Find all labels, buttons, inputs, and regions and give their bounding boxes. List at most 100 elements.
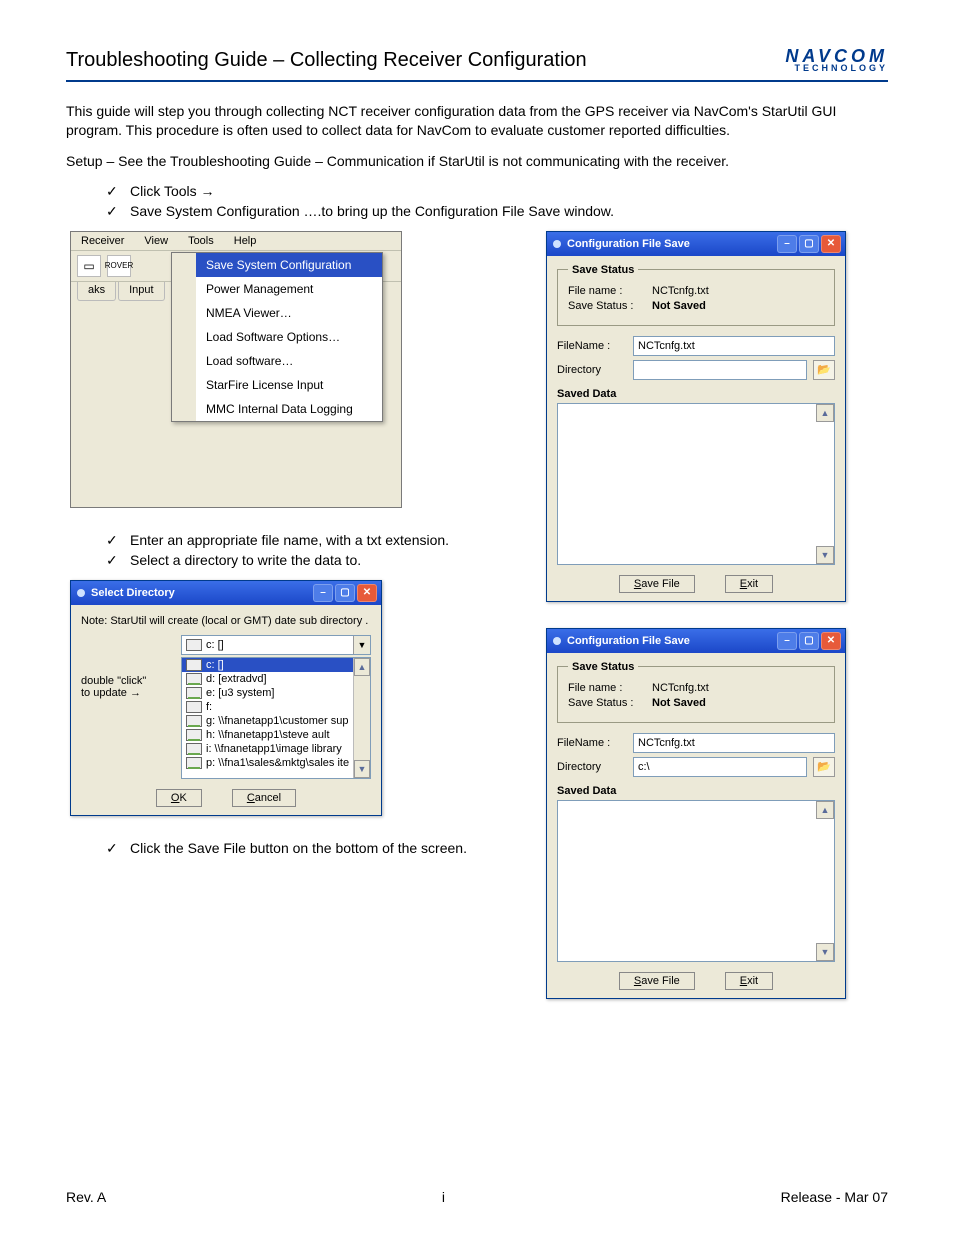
drive-icon — [186, 659, 202, 671]
step-item: Click Tools → — [106, 183, 888, 199]
scrollbar[interactable]: ▲ ▼ — [353, 658, 370, 778]
directory-input[interactable] — [633, 360, 807, 380]
browse-folder-button[interactable]: 📂 — [813, 757, 835, 777]
config-file-save-window-a: Configuration File Save – ▢ ✕ Save Statu… — [546, 231, 846, 602]
ok-button[interactable]: OK — [156, 789, 202, 807]
starutil-menu-window: Receiver View Tools Help ▭ ROVER aks Inp… — [70, 231, 402, 508]
scroll-up-icon[interactable]: ▲ — [354, 658, 370, 676]
menu-tools[interactable]: Tools — [178, 232, 224, 250]
drive-icon — [186, 757, 202, 769]
saved-data-list[interactable]: ▲ ▼ — [557, 800, 835, 962]
drive-icon — [186, 701, 202, 713]
menu-help[interactable]: Help — [224, 232, 267, 250]
logo-top: NAVCOM — [785, 48, 888, 64]
setup-note: Setup – See the Troubleshooting Guide – … — [66, 152, 888, 171]
scroll-down-icon[interactable]: ▼ — [354, 760, 370, 778]
minimize-button[interactable]: – — [313, 584, 333, 602]
scroll-up-icon[interactable]: ▲ — [816, 404, 834, 422]
close-button[interactable]: ✕ — [821, 632, 841, 650]
save-file-button[interactable]: Save File — [619, 972, 695, 990]
filename-value: NCTcnfg.txt — [652, 285, 709, 297]
menu-view[interactable]: View — [134, 232, 178, 250]
maximize-button[interactable]: ▢ — [335, 584, 355, 602]
new-file-icon[interactable]: ▭ — [77, 255, 101, 277]
save-file-button[interactable]: Save File — [619, 575, 695, 593]
page-footer: Rev. A i Release - Mar 07 — [66, 1189, 888, 1205]
menu-item-load-software-options[interactable]: Load Software Options… — [172, 325, 382, 349]
footer-right: Release - Mar 07 — [781, 1189, 888, 1205]
menu-receiver[interactable]: Receiver — [71, 232, 134, 250]
step-item: Enter an appropriate file name, with a t… — [106, 532, 516, 548]
steps-bottom: Click the Save File button on the bottom… — [66, 840, 516, 856]
drive-icon — [186, 639, 202, 651]
app-icon — [553, 637, 561, 645]
drive-item[interactable]: g: \\fnanetapp1\customer sup — [182, 714, 370, 728]
drive-item[interactable]: p: \\fna1\sales&mktg\sales ite — [182, 756, 370, 770]
filename-label: File name : — [568, 285, 646, 297]
savestatus-value: Not Saved — [652, 697, 706, 709]
rover-icon[interactable]: ROVER — [107, 255, 131, 277]
close-button[interactable]: ✕ — [357, 584, 377, 602]
group-legend: Save Status — [568, 661, 638, 673]
drive-item[interactable]: d: [extradvd] — [182, 672, 370, 686]
scroll-down-icon[interactable]: ▼ — [816, 546, 834, 564]
window-title: Configuration File Save — [567, 238, 690, 250]
drive-icon — [186, 743, 202, 755]
directory-input[interactable] — [633, 757, 807, 777]
drive-combo[interactable]: c: [] ▼ — [181, 635, 371, 655]
minimize-button[interactable]: – — [777, 235, 797, 253]
footer-left: Rev. A — [66, 1189, 106, 1205]
exit-button[interactable]: Exit — [725, 972, 773, 990]
scroll-down-icon[interactable]: ▼ — [816, 943, 834, 961]
menu-item-mmc-internal-data-logging[interactable]: MMC Internal Data Logging — [172, 397, 382, 421]
menu-item-save-system-configuration[interactable]: Save System Configuration — [172, 253, 382, 277]
hint-text: to update — [81, 687, 127, 699]
config-file-save-window-b: Configuration File Save – ▢ ✕ Save Statu… — [546, 628, 846, 999]
drive-icon — [186, 687, 202, 699]
drive-item[interactable]: c: [] — [182, 658, 370, 672]
navcom-logo: NAVCOM TECHNOLOGY — [785, 48, 888, 72]
drive-item[interactable]: h: \\fnanetapp1\steve ault — [182, 728, 370, 742]
filename-input[interactable] — [633, 336, 835, 356]
minimize-button[interactable]: – — [777, 632, 797, 650]
filename-label: File name : — [568, 682, 646, 694]
savestatus-label: Save Status : — [568, 300, 646, 312]
drive-item[interactable]: f: — [182, 700, 370, 714]
menu-item-starfire-license-input[interactable]: StarFire License Input — [172, 373, 382, 397]
menu-item-power-management[interactable]: Power Management — [172, 277, 382, 301]
window-title: Configuration File Save — [567, 635, 690, 647]
drive-icon — [186, 715, 202, 727]
savestatus-value: Not Saved — [652, 300, 706, 312]
saved-data-heading: Saved Data — [557, 388, 835, 400]
filename-value: NCTcnfg.txt — [652, 682, 709, 694]
save-status-group: Save Status File name : NCTcnfg.txt Save … — [557, 661, 835, 723]
tab-aks[interactable]: aks — [77, 282, 116, 301]
logo-bottom: TECHNOLOGY — [785, 64, 888, 72]
savestatus-label: Save Status : — [568, 697, 646, 709]
drive-item[interactable]: e: [u3 system] — [182, 686, 370, 700]
filename-input[interactable] — [633, 733, 835, 753]
drive-item[interactable]: i: \\fnanetapp1\image library — [182, 742, 370, 756]
cancel-button[interactable]: Cancel — [232, 789, 296, 807]
close-button[interactable]: ✕ — [821, 235, 841, 253]
menu-item-load-software[interactable]: Load software… — [172, 349, 382, 373]
tools-dropdown: Save System Configuration Power Manageme… — [171, 252, 383, 422]
saved-data-list[interactable]: ▲ ▼ — [557, 403, 835, 565]
drive-label: i: \\fnanetapp1\image library — [206, 743, 342, 755]
scroll-up-icon[interactable]: ▲ — [816, 801, 834, 819]
browse-folder-button[interactable]: 📂 — [813, 360, 835, 380]
exit-button[interactable]: Exit — [725, 575, 773, 593]
maximize-button[interactable]: ▢ — [799, 632, 819, 650]
select-dir-note: Note: StarUtil will create (local or GMT… — [81, 613, 371, 635]
chevron-down-icon[interactable]: ▼ — [353, 636, 370, 654]
menu-item-nmea-viewer[interactable]: NMEA Viewer… — [172, 301, 382, 325]
intro-paragraph: This guide will step you through collect… — [66, 102, 888, 140]
step-item: Click the Save File button on the bottom… — [106, 840, 516, 856]
drive-list[interactable]: c: [] d: [extradvd] e: [u3 system] f: g:… — [181, 657, 371, 779]
maximize-button[interactable]: ▢ — [799, 235, 819, 253]
tab-input[interactable]: Input — [118, 282, 164, 301]
arrow-right-icon: → — [130, 687, 141, 699]
group-legend: Save Status — [568, 264, 638, 276]
save-status-group: Save Status File name : NCTcnfg.txt Save … — [557, 264, 835, 326]
drive-label: p: \\fna1\sales&mktg\sales ite — [206, 757, 349, 769]
